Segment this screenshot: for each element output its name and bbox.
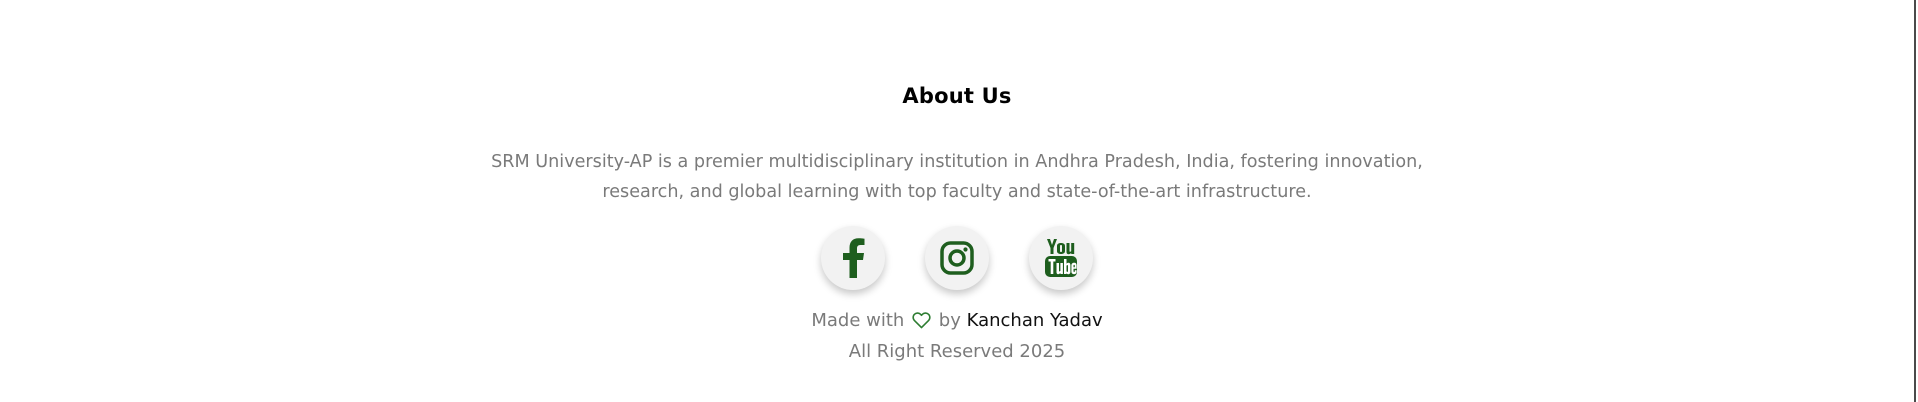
- instagram-button[interactable]: [925, 226, 989, 290]
- facebook-icon: [843, 238, 865, 278]
- about-title: About Us: [902, 84, 1012, 108]
- youtube-icon: [1045, 239, 1077, 277]
- copyright-text: All Right Reserved 2025: [848, 341, 1066, 362]
- footer: About Us SRM University-AP is a premier …: [0, 0, 1914, 402]
- social-links: [0, 226, 1914, 290]
- made-with-credit: Made with by Kanchan Yadav: [0, 309, 1914, 336]
- youtube-button[interactable]: [1029, 226, 1093, 290]
- heart-icon: [912, 312, 931, 336]
- by-text: by: [938, 310, 961, 331]
- made-with-text: Made with: [811, 310, 905, 331]
- author-name: Kanchan Yadav: [966, 310, 1103, 331]
- window-edge-divider: [1914, 0, 1916, 402]
- facebook-button[interactable]: [821, 226, 885, 290]
- instagram-icon: [940, 241, 974, 275]
- about-description: SRM University-AP is a premier multidisc…: [491, 152, 1423, 202]
